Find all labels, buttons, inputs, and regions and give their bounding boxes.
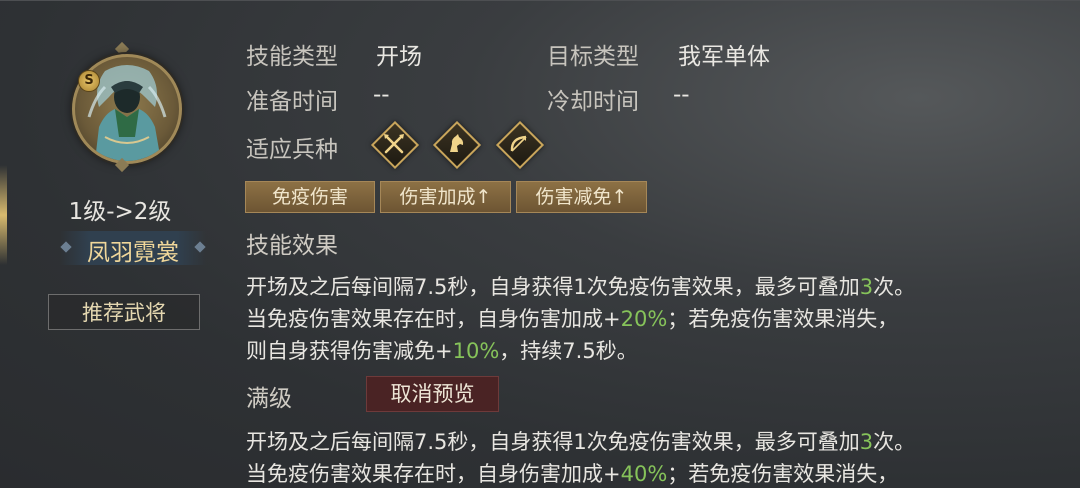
level-progress: 1级->2级 [68,199,172,225]
target-type-label: 目标类型 [547,44,639,70]
tag-damage-bonus: 伤害加成↑ [380,181,511,213]
max-level-line-2-clipped: 当免疫伤害效果存在时，自身伤害加成+40%；若免疫伤害效果消失， [246,460,1076,488]
left-edge-tab-glow [0,165,7,265]
spear-troop-icon [370,120,420,170]
target-type-value: 我军单体 [678,44,770,70]
cancel-preview-button[interactable]: 取消预览 [366,376,499,412]
max-level-line-2: 当免疫伤害效果存在时，自身伤害加成+40%；若免疫伤害效果消失， [246,462,899,486]
cooldown-label: 冷却时间 [547,89,639,115]
hero-avatar[interactable]: S [62,41,188,178]
prep-time-value: -- [373,82,390,108]
effect-line-2: 当免疫伤害效果存在时，自身伤害加成+20%；若免疫伤害效果消失， [246,307,899,331]
skill-name: 凤羽霓裳 [87,240,179,266]
cavalry-troop-icon [432,120,482,170]
effect-line-1: 开场及之后每间隔7.5秒，自身获得1次免疫伤害效果，最多可叠加3次。 [246,275,916,299]
grade-badge: S [78,70,100,92]
hero-name-plate: 凤羽霓裳 [60,231,206,266]
recommend-generals-button[interactable]: 推荐武将 [48,294,200,330]
troop-type-label: 适应兵种 [246,137,338,163]
tag-damage-reduction: 伤害减免↑ [516,181,647,213]
top-divider [0,0,1080,1]
max-level-title: 满级 [246,386,292,412]
archer-troop-icon [495,120,545,170]
cooldown-value: -- [673,82,690,108]
skill-type-value: 开场 [376,44,422,70]
max-level-line-1: 开场及之后每间隔7.5秒，自身获得1次免疫伤害效果，最多可叠加3次。 [246,430,916,454]
tag-immune-damage: 免疫伤害 [245,181,375,213]
prep-time-label: 准备时间 [246,89,338,115]
effect-line-3: 则自身获得伤害减免+10%，持续7.5秒。 [246,339,638,363]
skill-type-label: 技能类型 [246,44,338,70]
skill-effect-title: 技能效果 [246,233,338,259]
